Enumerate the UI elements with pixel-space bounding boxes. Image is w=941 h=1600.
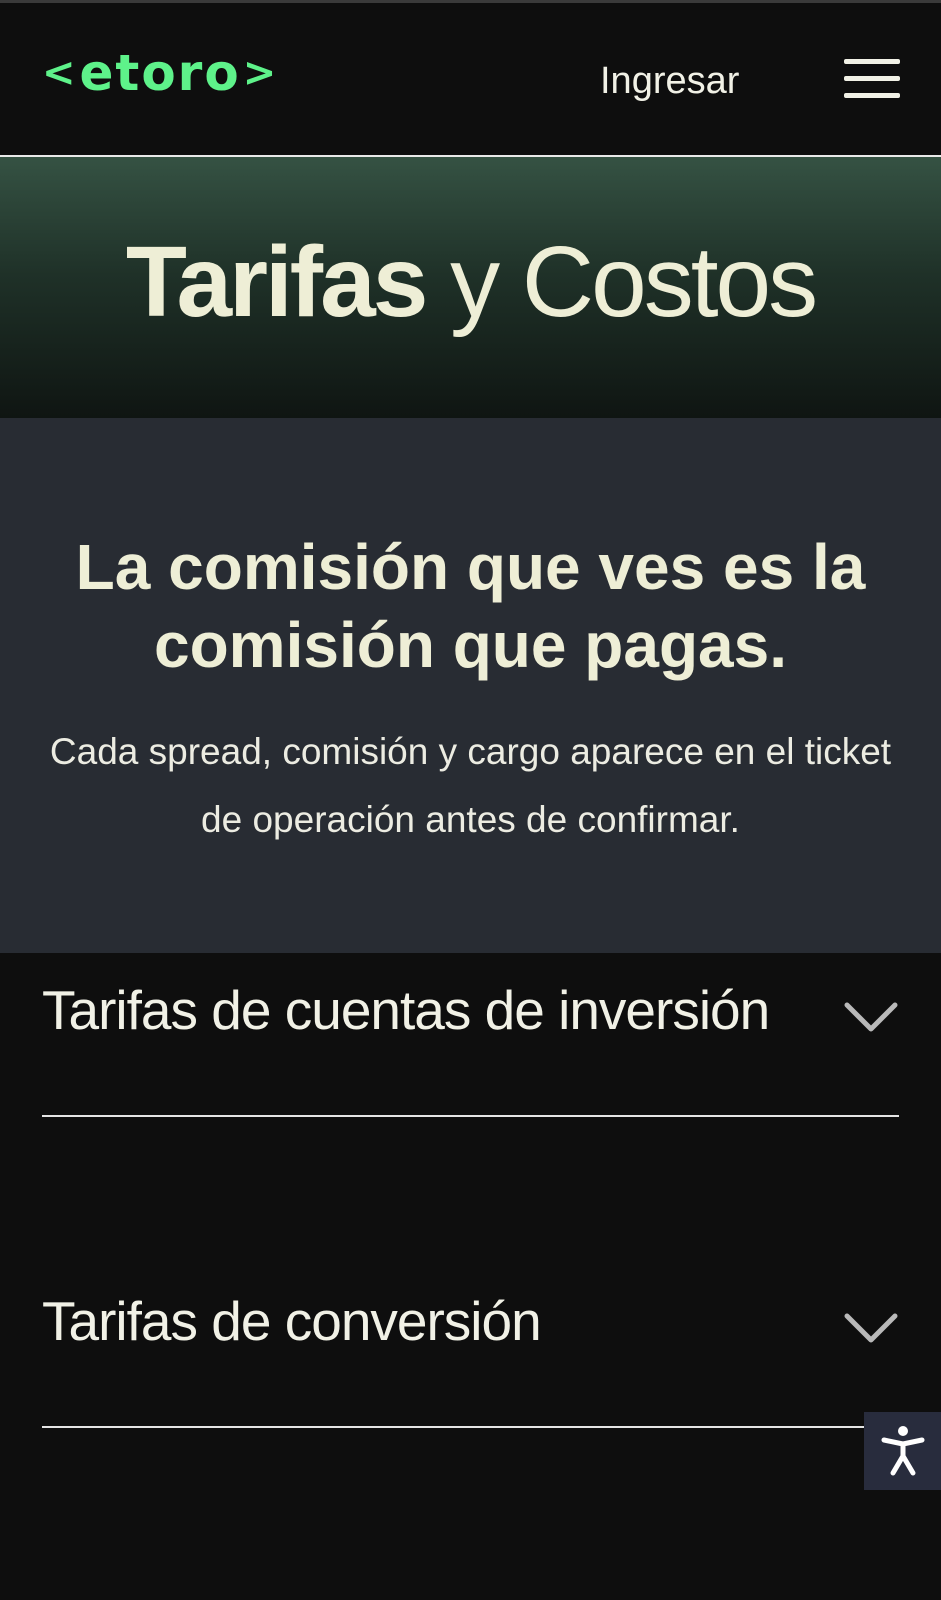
accordion-item-conversion-fees[interactable]: Tarifas de conversión [42, 1286, 899, 1428]
chevron-down-icon [844, 1313, 898, 1343]
promo-description: Cada spread, comisión y cargo aparece en… [49, 731, 892, 840]
etoro-logo[interactable]: < etoro > [40, 43, 280, 103]
accessibility-icon [881, 1426, 924, 1476]
chevron-down-icon [844, 1002, 898, 1032]
promo-section: La comisión que ves es la comisión que p… [0, 418, 941, 953]
page-title: Tarifas y Costos [0, 227, 941, 337]
accessibility-button[interactable] [864, 1412, 941, 1490]
promo-heading: La comisión que ves es la comisión que p… [75, 531, 866, 681]
accordion-item-investment-fees[interactable]: Tarifas de cuentas de inversión [42, 975, 899, 1117]
accordion-label: Tarifas de cuentas de inversión [42, 979, 770, 1041]
logo-left-bracket: < [42, 50, 78, 96]
page: < etoro > Ingresar Tarifas y Costos La c… [0, 0, 941, 1600]
page-title-bold: Tarifas [125, 226, 429, 338]
accordion-label: Tarifas de conversión [42, 1290, 542, 1352]
login-link[interactable]: Ingresar [600, 53, 739, 109]
hamburger-menu-icon[interactable] [844, 59, 900, 103]
page-title-light: y Costos [450, 226, 818, 338]
hero-banner: Tarifas y Costos [0, 157, 941, 418]
logo-text: etoro [79, 44, 241, 102]
logo-right-bracket: > [242, 50, 279, 96]
site-header: < etoro > Ingresar [0, 3, 941, 157]
